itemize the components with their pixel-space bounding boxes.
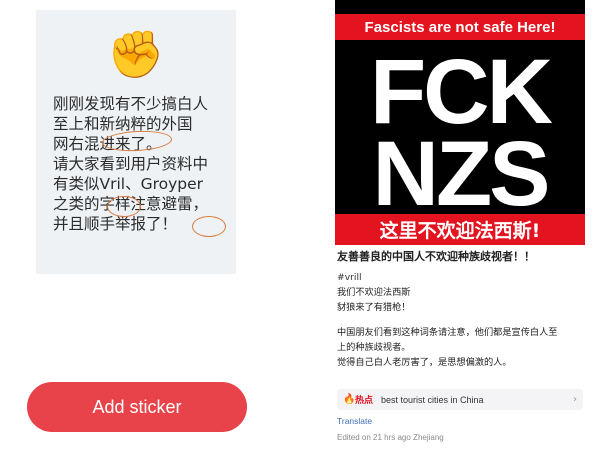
- post-line: 中国朋友们看到这种词条请注意，他们都是宣传白人至: [337, 327, 558, 338]
- post-line: 上的种族歧视者。: [337, 342, 411, 353]
- note-text: 刚刚发现有不少搞白人 至上和新纳粹的外国 网右混进来了。 请大家看到用户资料中 …: [53, 95, 209, 233]
- circle-annotation: [192, 216, 226, 237]
- add-sticker-button[interactable]: Add sticker: [27, 382, 247, 432]
- edited-timestamp: Edited on 21 hrs ago Zhejiang: [337, 433, 444, 442]
- post-line: 豺狼来了有猎枪！: [337, 302, 411, 313]
- post-line: 我们不欢迎法西斯: [337, 287, 411, 298]
- poster-image: Fascists are not safe Here! FCK NZS 这里不欢…: [335, 0, 585, 245]
- post-line: 觉得自己白人老厉害了，是思想偏激的人。: [337, 357, 512, 368]
- post-hashtag[interactable]: #vrill: [337, 270, 587, 285]
- hot-topic-bar[interactable]: 🔥 热点 best tourist cities in China ›: [337, 389, 583, 410]
- poster-line-2: NZS: [372, 123, 551, 225]
- post-body: 友善善良的中国人不欢迎种族歧视者！！ #vrill 我们不欢迎法西斯 豺狼来了有…: [337, 249, 587, 370]
- poster-footer: 这里不欢迎法西斯!: [335, 214, 585, 245]
- fire-icon: 🔥: [343, 393, 356, 405]
- note-card: ✊ 刚刚发现有不少搞白人 至上和新纳粹的外国 网右混进来了。 请大家看到用户资料…: [36, 10, 236, 274]
- circle-annotation: [107, 196, 141, 217]
- fist-icon: ✊: [107, 27, 165, 81]
- hot-label: 热点: [355, 396, 374, 406]
- poster-banner: Fascists are not safe Here!: [335, 14, 585, 40]
- post-title: 友善善良的中国人不欢迎种族歧视者！！: [337, 250, 535, 263]
- hot-topic: best tourist cities in China: [381, 394, 484, 405]
- translate-link[interactable]: Translate: [337, 416, 372, 426]
- chevron-right-icon: ›: [573, 394, 577, 405]
